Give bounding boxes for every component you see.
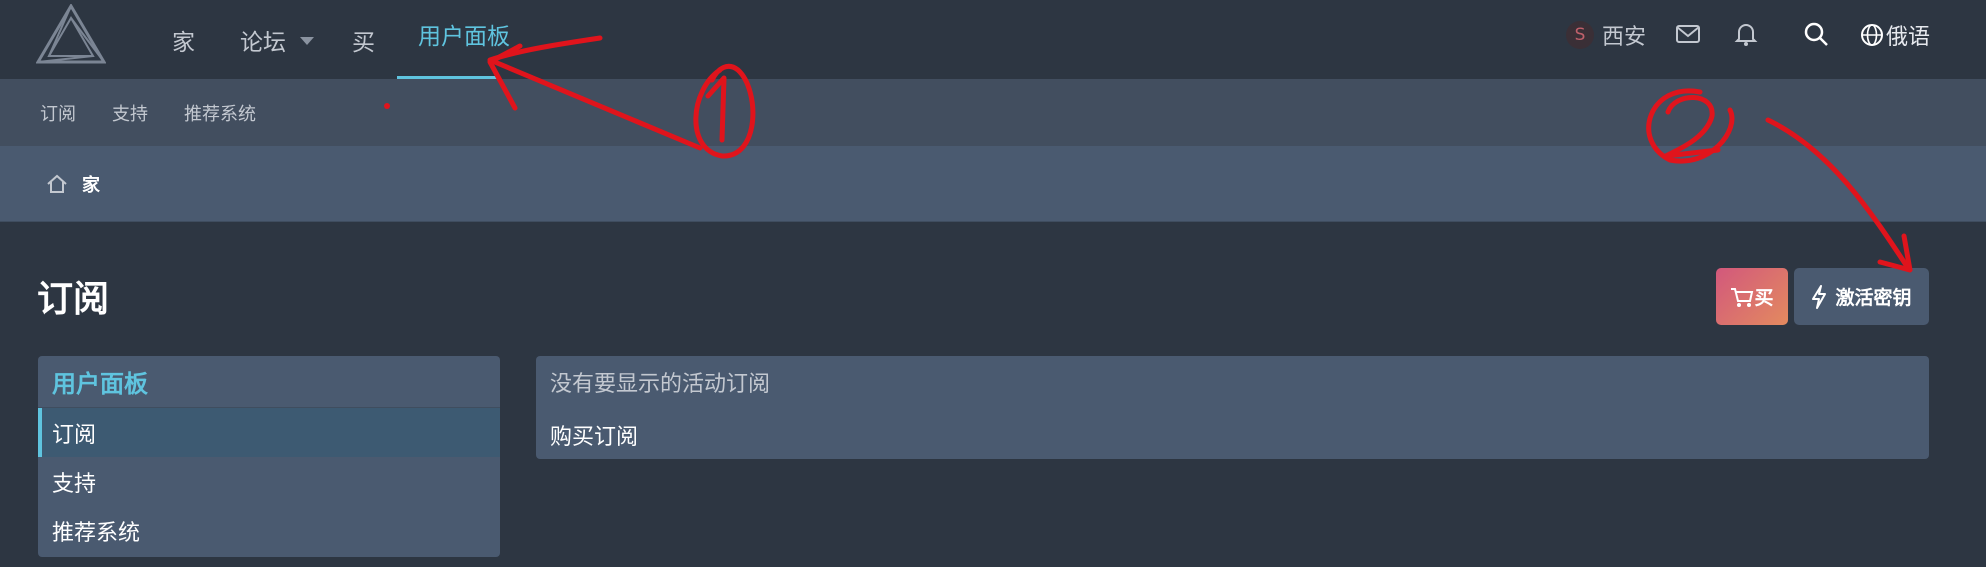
subnav-support-label: 支持 [112,103,148,125]
site-logo[interactable] [36,4,106,66]
buy-button[interactable]: 买 [1716,268,1788,325]
sidebar-item-subscriptions[interactable]: 订阅 [38,408,500,457]
lightning-icon [1812,284,1827,309]
nav-buy[interactable]: 买 [352,0,375,79]
username[interactable]: 西安 [1602,19,1646,51]
activate-key-button[interactable]: 激活密钥 [1794,268,1929,325]
sub-navigation-bar: 订阅 支持 推荐系统 [0,79,1986,146]
breadcrumb: 家 [0,146,1986,222]
sidebar-item-label: 支持 [52,471,97,497]
sidebar-heading: 用户面板 [38,356,500,408]
page-title: 订阅 [37,279,110,320]
user-panel-sidebar: 用户面板 订阅 支持 推荐系统 [38,356,500,557]
subnav-referral[interactable]: 推荐系统 [184,79,256,146]
nav-forums-label: 论坛 [240,29,286,56]
mail-icon[interactable] [1674,20,1702,48]
sidebar-item-label: 推荐系统 [52,520,141,546]
purchase-subscription-link[interactable]: 购买订阅 [550,419,638,451]
bell-icon[interactable] [1732,20,1760,48]
sidebar-item-referral[interactable]: 推荐系统 [38,506,500,555]
home-icon [47,174,67,193]
language-selector[interactable]: 俄语 [1860,0,1930,70]
cart-icon [1731,287,1754,307]
empty-subscriptions-message: 没有要显示的活动订阅 [550,372,771,397]
globe-icon [1861,24,1883,46]
nav-user-panel[interactable]: 用户面板 [418,0,510,68]
breadcrumb-home-label: 家 [82,175,100,196]
subnav-subscriptions[interactable]: 订阅 [40,79,76,146]
annotation-arrowhead-2 [1877,233,1913,273]
subnav-subscriptions-label: 订阅 [40,103,76,125]
nav-user-panel-label: 用户面板 [418,24,510,50]
sidebar-item-label: 订阅 [52,422,97,448]
nav-buy-label: 买 [352,29,375,56]
top-navigation-bar: 家 论坛 买 用户面板 S 西安 俄语 [0,0,1986,79]
activate-key-label: 激活密钥 [1835,287,1912,309]
breadcrumb-home[interactable]: 家 [46,146,100,222]
subnav-referral-label: 推荐系统 [184,103,256,125]
subnav-support[interactable]: 支持 [112,79,148,146]
subscriptions-panel: 没有要显示的活动订阅 购买订阅 [536,356,1929,459]
nav-forums[interactable]: 论坛 [240,0,314,79]
buy-button-label: 买 [1754,287,1774,309]
chevron-down-icon[interactable] [300,37,314,45]
nav-home-label: 家 [172,29,195,56]
nav-home[interactable]: 家 [172,0,195,79]
search-icon[interactable] [1802,20,1830,48]
avatar[interactable]: S [1566,21,1594,49]
sidebar-item-support[interactable]: 支持 [38,457,500,506]
user-menu[interactable]: S 西安 [1566,0,1646,70]
language-label: 俄语 [1886,25,1931,50]
